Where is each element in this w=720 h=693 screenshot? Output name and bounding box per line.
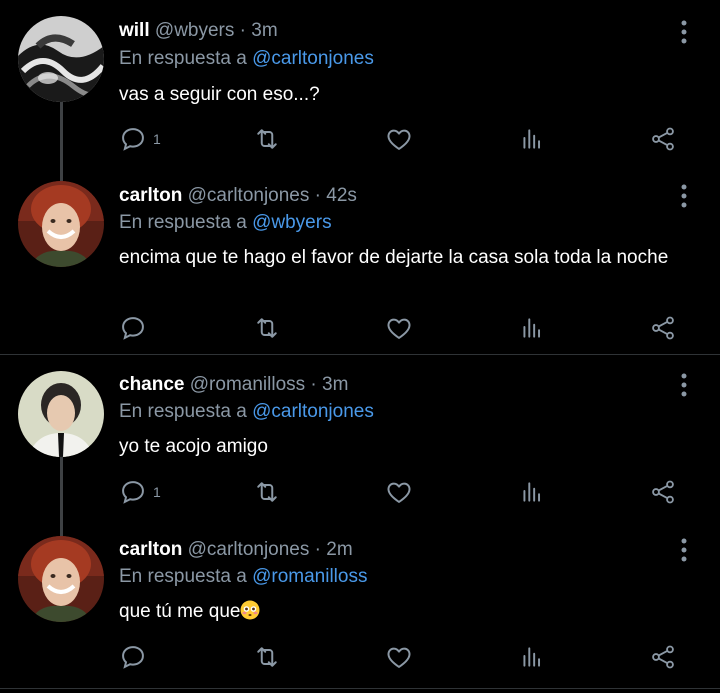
tweet-text-content: que tú me que	[119, 601, 241, 622]
action-bar	[119, 313, 689, 343]
separator-dot: ·	[314, 539, 321, 560]
like-icon	[387, 647, 411, 668]
reply-mention[interactable]: @romanilloss	[252, 566, 367, 587]
views-button[interactable]	[519, 313, 545, 343]
reply-prefix: En respuesta a	[119, 401, 247, 422]
display-name[interactable]: chance	[119, 374, 184, 395]
retweet-icon	[257, 647, 277, 667]
tweet-text: yo te acojo amigo	[119, 436, 268, 457]
tweet-text: encima que te hago el favor de dejarte l…	[119, 247, 669, 268]
like-icon	[387, 482, 411, 503]
reply-context: En respuesta a @carltonjones	[119, 401, 374, 423]
reply-button[interactable]	[119, 642, 153, 672]
reply-mention[interactable]: @wbyers	[252, 212, 331, 233]
thread-line	[60, 100, 63, 184]
thread-divider	[0, 354, 720, 355]
views-button[interactable]	[519, 642, 545, 672]
reply-button[interactable]	[119, 313, 153, 343]
reply-button[interactable]: 1	[119, 124, 161, 154]
user-handle[interactable]: @carltonjones	[188, 539, 310, 560]
action-bar: 1	[119, 124, 689, 154]
views-button[interactable]	[519, 124, 545, 154]
display-name[interactable]: will	[119, 20, 150, 41]
tweet-header: carlton @carltonjones · 2m	[119, 539, 353, 561]
timestamp[interactable]: 2m	[326, 539, 352, 560]
reply-icon	[122, 317, 144, 340]
more-icon[interactable]	[676, 537, 692, 563]
display-name[interactable]: carlton	[119, 539, 182, 560]
more-icon[interactable]	[676, 183, 692, 209]
timestamp[interactable]: 3m	[322, 374, 348, 395]
reply-prefix: En respuesta a	[119, 212, 247, 233]
share-icon	[652, 480, 674, 504]
avatar-carlton[interactable]	[18, 536, 104, 622]
reply-button[interactable]: 1	[119, 477, 161, 507]
reply-count: 1	[153, 484, 161, 500]
user-handle[interactable]: @romanilloss	[190, 374, 305, 395]
reply-context: En respuesta a @romanilloss	[119, 566, 367, 588]
avatar-carlton[interactable]	[18, 181, 104, 267]
separator-dot: ·	[239, 20, 246, 41]
bottom-divider	[0, 688, 720, 689]
share-icon	[652, 127, 674, 151]
avatar-will[interactable]	[18, 16, 104, 102]
reply-mention[interactable]: @carltonjones	[252, 401, 374, 422]
action-bar	[119, 642, 689, 672]
flushed-face-emoji	[240, 600, 260, 620]
action-bar: 1	[119, 477, 689, 507]
retweet-button[interactable]	[252, 124, 282, 154]
timestamp[interactable]: 3m	[251, 20, 277, 41]
like-button[interactable]	[385, 124, 413, 154]
like-icon	[387, 318, 411, 339]
display-name[interactable]: carlton	[119, 185, 182, 206]
reply-prefix: En respuesta a	[119, 566, 247, 587]
share-button[interactable]	[649, 642, 677, 672]
reply-mention[interactable]: @carltonjones	[252, 48, 374, 69]
views-icon	[523, 647, 541, 667]
tweet-header: chance @romanilloss · 3m	[119, 374, 348, 396]
like-icon	[387, 129, 411, 150]
retweet-button[interactable]	[252, 642, 282, 672]
retweet-icon	[257, 318, 277, 338]
views-icon	[523, 318, 541, 338]
retweet-button[interactable]	[252, 477, 282, 507]
reply-icon	[122, 646, 144, 669]
retweet-button[interactable]	[252, 313, 282, 343]
share-button[interactable]	[649, 313, 677, 343]
views-button[interactable]	[519, 477, 545, 507]
separator-dot: ·	[310, 374, 317, 395]
user-handle[interactable]: @carltonjones	[188, 185, 310, 206]
retweet-icon	[257, 129, 277, 149]
like-button[interactable]	[385, 313, 413, 343]
share-button[interactable]	[649, 124, 677, 154]
tweet-text: que tú me que	[119, 600, 679, 624]
retweet-icon	[257, 482, 277, 502]
views-icon	[523, 129, 541, 149]
share-button[interactable]	[649, 477, 677, 507]
tweet-header: will @wbyers · 3m	[119, 20, 278, 42]
reply-context: En respuesta a @wbyers	[119, 212, 332, 234]
avatar-chance[interactable]	[18, 371, 104, 457]
tweet-text: vas a seguir con eso...?	[119, 84, 320, 105]
user-handle[interactable]: @wbyers	[155, 20, 234, 41]
thread-line	[60, 455, 63, 537]
tweet-header: carlton @carltonjones · 42s	[119, 185, 357, 207]
share-icon	[652, 645, 674, 669]
like-button[interactable]	[385, 477, 413, 507]
reply-icon	[122, 128, 144, 151]
reply-prefix: En respuesta a	[119, 48, 247, 69]
share-icon	[652, 316, 674, 340]
timestamp[interactable]: 42s	[326, 185, 357, 206]
reply-context: En respuesta a @carltonjones	[119, 48, 374, 70]
reply-count: 1	[153, 131, 161, 147]
more-icon[interactable]	[676, 19, 692, 45]
like-button[interactable]	[385, 642, 413, 672]
more-icon[interactable]	[676, 372, 692, 398]
views-icon	[523, 482, 541, 502]
reply-icon	[122, 481, 144, 504]
separator-dot: ·	[314, 185, 321, 206]
